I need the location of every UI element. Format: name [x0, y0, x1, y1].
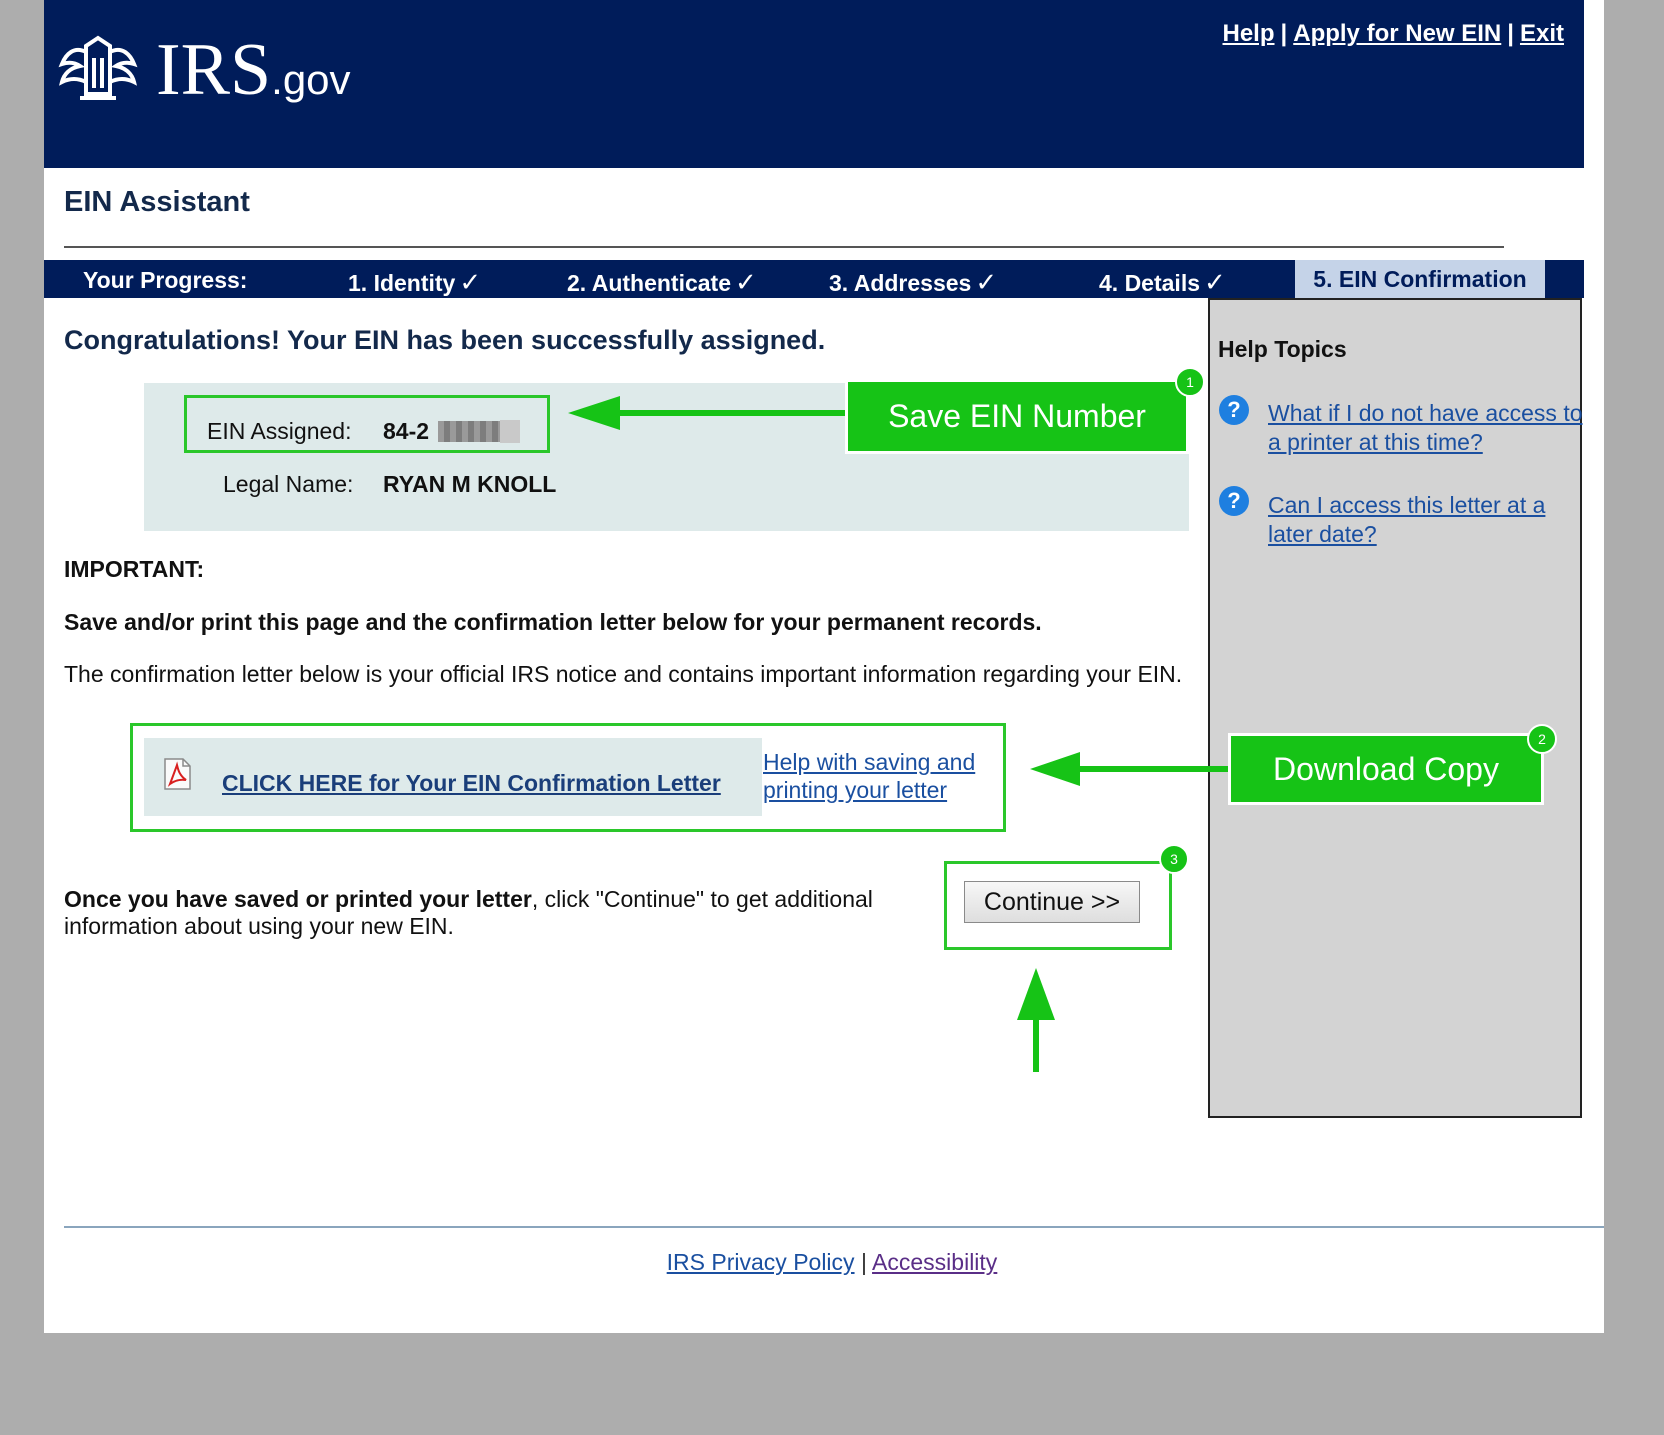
irs-eagle-logo-icon [58, 35, 138, 100]
page-title: EIN Assistant [64, 186, 250, 218]
pdf-icon [164, 758, 191, 790]
annotation-badge-3: 3 [1159, 844, 1189, 874]
ein-confirmation-letter-link[interactable]: CLICK HERE for Your EIN Confirmation Let… [222, 770, 721, 797]
ein-redacted-blur-edge [500, 420, 520, 443]
legal-name-value: RYAN M KNOLL [383, 471, 557, 497]
check-icon: ✓ [975, 267, 998, 297]
ein-assigned-value: 84-2 [383, 418, 430, 444]
continue-button[interactable]: Continue >> [964, 881, 1140, 923]
progress-step-details: 4. Details ✓ [1099, 267, 1226, 297]
help-saving-printing-link[interactable]: Help with saving and printing your lette… [763, 748, 998, 804]
legal-name-label: Legal Name: [223, 471, 354, 497]
irs-logo: IRS.gov [156, 29, 351, 111]
site-header: IRS.gov Help | Apply for New EIN | Exit [44, 0, 1584, 168]
help-topic-later-date-link[interactable]: Can I access this letter at a later date… [1268, 491, 1568, 549]
privacy-policy-link[interactable]: IRS Privacy Policy [667, 1249, 855, 1275]
arrow-left-icon [568, 396, 846, 430]
exit-link[interactable]: Exit [1520, 20, 1564, 47]
progress-step-ein-confirmation: 5. EIN Confirmation [1295, 260, 1545, 298]
annotation-badge-2: 2 [1527, 724, 1557, 754]
arrow-left-icon [1030, 752, 1230, 786]
continue-instructions: Once you have saved or printed your lett… [64, 886, 873, 939]
accessibility-link[interactable]: Accessibility [872, 1249, 997, 1275]
arrow-up-icon [1017, 968, 1055, 1072]
help-topics-heading: Help Topics [1218, 336, 1347, 362]
question-icon: ? [1219, 395, 1249, 425]
progress-bar: Your Progress: 1. Identity ✓ 2. Authentic… [44, 260, 1584, 298]
ein-redacted-blur [438, 421, 500, 442]
save-print-note: Save and/or print this page and the conf… [64, 609, 1042, 635]
title-divider [64, 246, 1504, 248]
progress-step-authenticate: 2. Authenticate ✓ [567, 267, 757, 297]
callout-download-copy: Download Copy [1228, 733, 1544, 805]
help-link[interactable]: Help [1223, 20, 1275, 47]
progress-step-identity: 1. Identity ✓ [348, 267, 482, 297]
annotation-badge-1: 1 [1175, 367, 1205, 397]
success-heading: Congratulations! Your EIN has been succe… [64, 325, 826, 355]
progress-step-addresses: 3. Addresses ✓ [829, 267, 998, 297]
apply-new-ein-link[interactable]: Apply for New EIN [1293, 20, 1501, 47]
footer-divider [64, 1226, 1604, 1228]
important-heading: IMPORTANT: [64, 556, 205, 582]
ein-assigned-label: EIN Assigned: [207, 418, 352, 444]
help-topic-no-printer-link[interactable]: What if I do not have access to a printe… [1268, 399, 1583, 457]
progress-label: Your Progress: [83, 267, 248, 293]
top-links: Help | Apply for New EIN | Exit [1222, 20, 1565, 47]
check-icon: ✓ [1204, 267, 1226, 297]
footer: IRS Privacy Policy | Accessibility [666, 1249, 998, 1275]
check-icon: ✓ [459, 267, 482, 297]
callout-save-ein-number: Save EIN Number [845, 379, 1189, 454]
question-icon: ? [1219, 486, 1249, 516]
check-icon: ✓ [735, 267, 757, 297]
confirmation-letter-note: The confirmation letter below is your of… [64, 661, 1183, 687]
